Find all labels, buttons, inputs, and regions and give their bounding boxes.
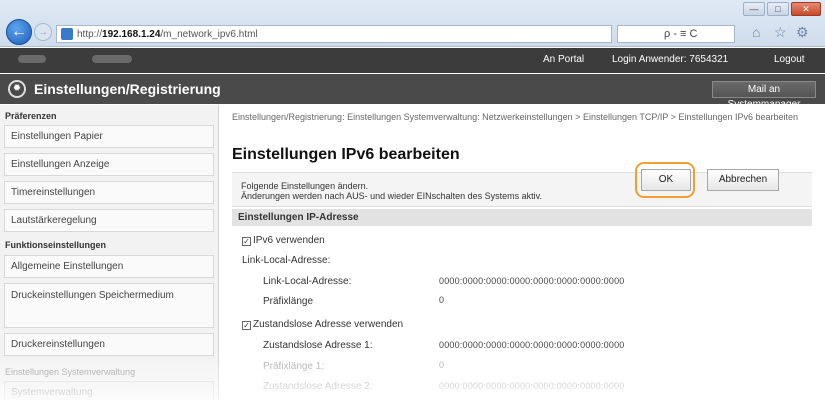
info-text-line1: Folgende Einstellungen ändern. — [241, 181, 369, 191]
settings-app-icon: ✹ — [8, 80, 26, 98]
sidebar-item-volume[interactable]: Lautstärkeregelung — [4, 209, 214, 232]
page-icon — [61, 28, 73, 40]
link-local-address-value: 0000:0000:0000:0000:0000:0000:0000:0000 — [439, 276, 625, 286]
stateless-address-1-value: 0000:0000:0000:0000:0000:0000:0000:0000 — [439, 340, 625, 350]
sidebar-item-printer[interactable]: Druckereinstellungen — [4, 333, 214, 356]
ok-button[interactable]: OK — [641, 169, 691, 191]
sidebar-item-timer[interactable]: Timereinstellungen — [4, 181, 214, 204]
window-controls: — □ ✕ — [743, 2, 821, 16]
url-host: 192.168.1.24 — [102, 28, 161, 40]
url-prefix: http:// — [77, 28, 103, 40]
page-title: Einstellungen IPv6 bearbeiten — [232, 146, 460, 163]
cancel-button[interactable]: Abbrechen — [707, 169, 779, 191]
minimize-button[interactable]: — — [743, 2, 765, 16]
prefix-length-1-label: Präfixlänge 1: — [263, 361, 325, 372]
link-local-heading: Link-Local-Adresse: — [242, 255, 331, 266]
sidebar-section-system: Einstellungen Systemverwaltung — [5, 367, 136, 377]
use-ipv6-label: IPv6 verwenden — [253, 235, 325, 246]
logout-link[interactable]: Logout — [774, 54, 805, 65]
stateless-address-2-label: Zustandslose Adresse 2: — [263, 381, 373, 392]
favorites-star-icon[interactable]: ☆ — [774, 24, 787, 41]
settings-gear-icon[interactable]: ⚙ — [796, 24, 809, 41]
sidebar-section-functions: Funktionseinstellungen — [5, 240, 107, 250]
link-local-address-label: Link-Local-Adresse: — [263, 276, 352, 287]
login-user-label: Login Anwender: 7654321 — [612, 54, 729, 65]
device-model-blurred — [92, 55, 132, 63]
sidebar-item-print-media[interactable]: Druckeinstellungen Speichermedium — [4, 283, 214, 328]
stateless-address-row: ✓ Zustandslose Adresse verwenden — [242, 319, 403, 330]
forward-button[interactable]: → — [34, 23, 52, 41]
prefix-length-1-value: 0 — [439, 360, 445, 370]
info-text-line2: Änderungen werden nach AUS- und wieder E… — [241, 191, 542, 201]
sidebar-item-display[interactable]: Einstellungen Anzeige — [4, 153, 214, 176]
use-ipv6-row: ✓ IPv6 verwenden — [242, 235, 325, 246]
title-bar: ✹ Einstellungen/Registrierung Mail an Sy… — [0, 74, 825, 110]
breadcrumb: Einstellungen/Registrierung: Einstellung… — [232, 112, 799, 122]
main-content: Einstellungen/Registrierung: Einstellung… — [225, 105, 825, 400]
page-section-title: Einstellungen/Registrierung — [34, 81, 221, 97]
home-icon[interactable]: ⌂ — [752, 24, 760, 40]
mail-to-sysadmin-button[interactable]: Mail an Systemmanager — [712, 81, 816, 110]
sidebar-section-preferences: Präferenzen — [5, 111, 57, 121]
prefix-length-value: 0 — [439, 295, 445, 305]
stateless-address-label: Zustandslose Adresse verwenden — [253, 319, 404, 330]
sidebar-item-general[interactable]: Allgemeine Einstellungen — [4, 255, 214, 278]
portal-link[interactable]: An Portal — [543, 54, 584, 65]
stateless-address-1-label: Zustandslose Adresse 1: — [263, 340, 373, 351]
url-path: /m_network_ipv6.html — [160, 28, 258, 40]
section-ip-address: Einstellungen IP-Adresse — [232, 209, 812, 226]
stateless-address-2-value: 0000:0000:0000:0000:0000:0000:0000:0000 — [439, 381, 625, 391]
use-ipv6-checkbox[interactable]: ✓ — [242, 237, 251, 246]
top-bar: An Portal Login Anwender: 7654321 Logout — [0, 48, 825, 73]
browser-chrome: — □ ✕ ← → http://192.168.1.24/m_network_… — [0, 0, 825, 47]
stateless-address-checkbox[interactable]: ✓ — [242, 321, 251, 330]
address-bar[interactable]: http://192.168.1.24/m_network_ipv6.html — [56, 25, 612, 43]
back-button[interactable]: ← — [6, 19, 32, 45]
device-name-blurred — [18, 55, 46, 63]
sidebar-item-paper[interactable]: Einstellungen Papier — [4, 125, 214, 148]
close-window-button[interactable]: ✕ — [791, 2, 821, 16]
sidebar-item-system-mgmt[interactable]: Systemverwaltung — [4, 381, 214, 400]
sidebar: Präferenzen Einstellungen Papier Einstel… — [0, 105, 219, 400]
prefix-length-label: Präfixlänge — [263, 296, 314, 307]
search-refresh-controls[interactable]: ρ - ≡ C — [617, 25, 735, 43]
maximize-button[interactable]: □ — [767, 2, 789, 16]
